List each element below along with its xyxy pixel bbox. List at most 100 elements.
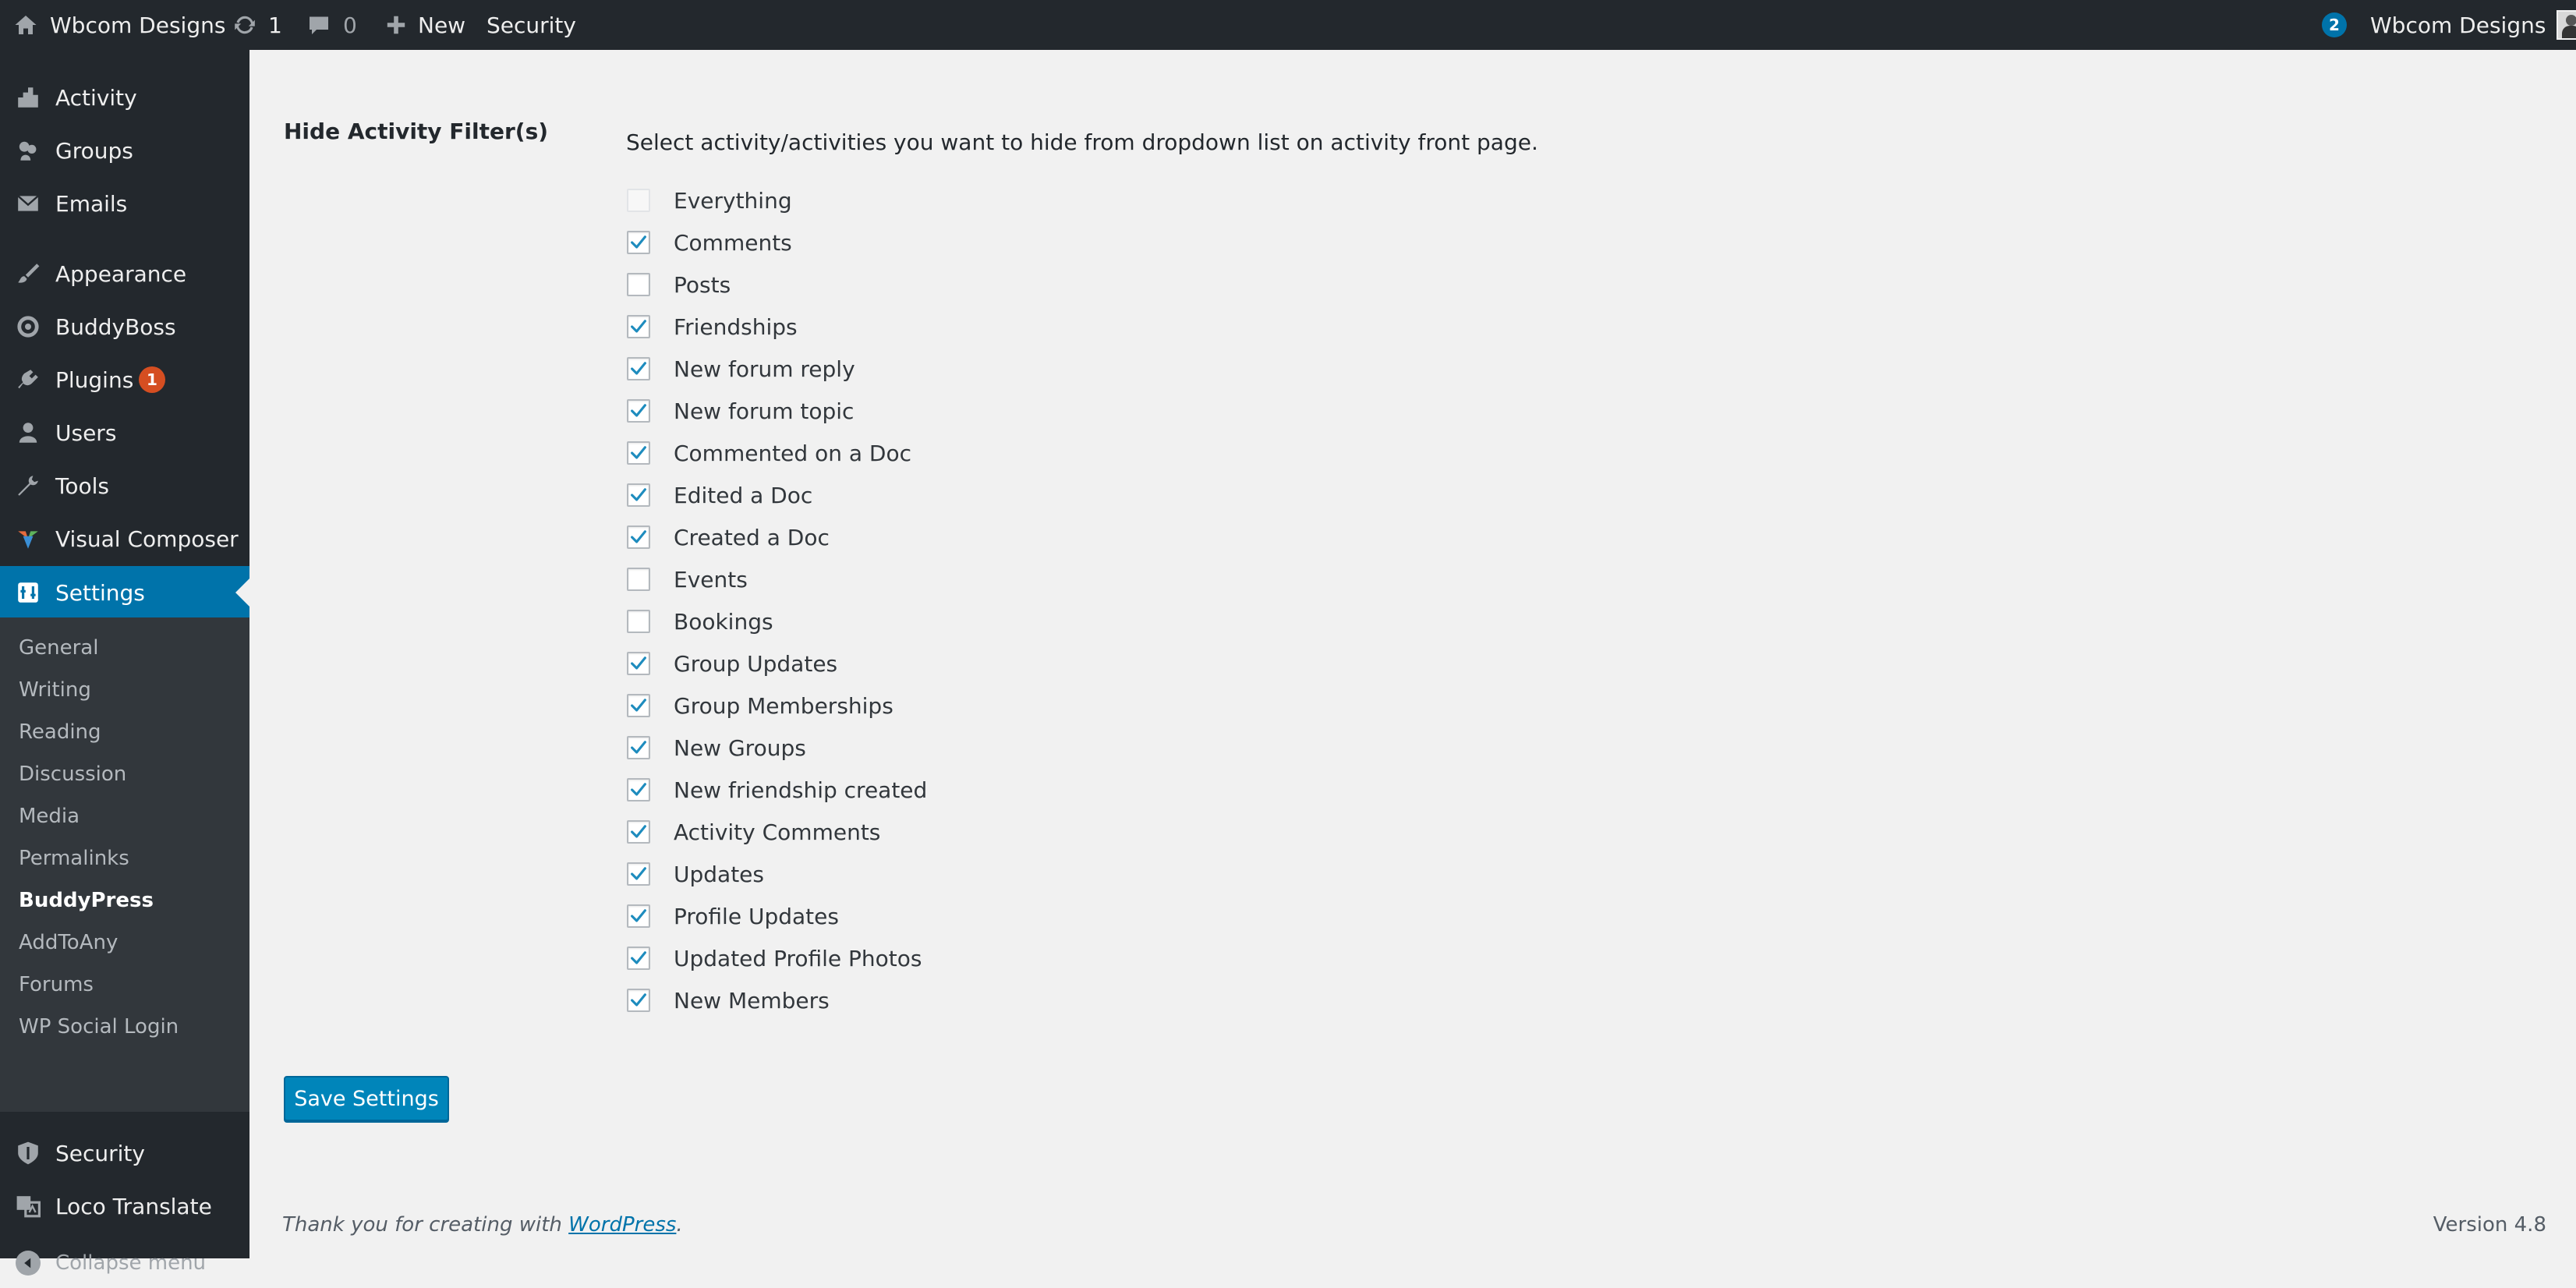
filter-label[interactable]: New forum reply bbox=[674, 356, 855, 382]
filter-label[interactable]: New Members bbox=[674, 988, 830, 1014]
sidebar-item-appearance[interactable]: Appearance bbox=[0, 247, 249, 300]
sidebar-item-activity[interactable]: Activity bbox=[0, 71, 249, 124]
sidebar-item-label: Loco Translate bbox=[55, 1193, 212, 1219]
filter-label[interactable]: Group Updates bbox=[674, 651, 837, 677]
filter-checkbox[interactable] bbox=[627, 273, 650, 296]
sidebar-item-loco-translate[interactable]: Loco Translate bbox=[0, 1180, 249, 1233]
checkmark-icon bbox=[631, 446, 646, 459]
filter-item: Edited a Doc bbox=[627, 474, 927, 516]
filter-checkbox[interactable] bbox=[627, 483, 650, 507]
new-content-link[interactable]: New bbox=[385, 0, 465, 50]
sidebar-item-label: Tools bbox=[55, 472, 109, 499]
collapse-arrow-icon bbox=[16, 1251, 41, 1276]
filter-checkbox[interactable] bbox=[627, 568, 650, 591]
filter-label[interactable]: Everything bbox=[674, 188, 792, 214]
sidebar-item-groups[interactable]: Groups bbox=[0, 124, 249, 177]
activity-icon bbox=[14, 83, 42, 111]
submenu-addtoany[interactable]: AddToAny bbox=[19, 922, 245, 964]
filter-checkbox[interactable] bbox=[627, 947, 650, 970]
filter-label[interactable]: New Groups bbox=[674, 735, 806, 761]
submenu-wp-social-login[interactable]: WP Social Login bbox=[19, 1006, 245, 1048]
submenu-discussion[interactable]: Discussion bbox=[19, 753, 245, 795]
sidebar-item-buddyboss[interactable]: BuddyBoss bbox=[0, 300, 249, 353]
filter-checkbox[interactable] bbox=[627, 231, 650, 254]
filter-label[interactable]: Activity Comments bbox=[674, 819, 880, 845]
sidebar-item-settings[interactable]: Settings bbox=[0, 566, 249, 619]
checkmark-icon bbox=[631, 320, 646, 333]
home-icon bbox=[14, 13, 37, 37]
filter-item: Activity Comments bbox=[627, 811, 927, 853]
filter-label[interactable]: Edited a Doc bbox=[674, 483, 812, 508]
filter-label[interactable]: Created a Doc bbox=[674, 525, 830, 550]
comment-icon bbox=[307, 13, 331, 37]
filter-label[interactable]: Friendships bbox=[674, 314, 798, 340]
filter-item: New Members bbox=[627, 979, 927, 1021]
filter-item: New Groups bbox=[627, 727, 927, 769]
filter-checkbox[interactable] bbox=[627, 989, 650, 1012]
filter-label[interactable]: Events bbox=[674, 567, 748, 593]
submenu-writing[interactable]: Writing bbox=[19, 669, 245, 711]
filter-item: Posts bbox=[627, 264, 927, 306]
submenu-media[interactable]: Media bbox=[19, 795, 245, 837]
filter-checkbox[interactable] bbox=[627, 441, 650, 465]
collapse-menu-button[interactable]: Collapse menu bbox=[0, 1238, 249, 1288]
filter-label[interactable]: Bookings bbox=[674, 609, 773, 635]
filter-checkbox[interactable] bbox=[627, 610, 650, 633]
wordpress-link[interactable]: WordPress bbox=[568, 1213, 676, 1237]
filter-label[interactable]: New friendship created bbox=[674, 777, 927, 803]
sidebar-item-label: Groups bbox=[55, 137, 133, 164]
filter-label[interactable]: New forum topic bbox=[674, 398, 854, 424]
filter-label[interactable]: Updates bbox=[674, 862, 764, 887]
comments-link[interactable]: 0 bbox=[307, 0, 357, 50]
updates-count: 1 bbox=[268, 12, 282, 38]
version-text: Version 4.8 bbox=[2433, 1213, 2546, 1237]
filter-checkbox[interactable] bbox=[627, 778, 650, 801]
submenu-permalinks[interactable]: Permalinks bbox=[19, 837, 245, 879]
submenu-general[interactable]: General bbox=[19, 627, 245, 669]
sidebar-item-emails[interactable]: Emails bbox=[0, 177, 249, 230]
filter-label[interactable]: Commented on a Doc bbox=[674, 441, 911, 466]
filter-checkbox[interactable] bbox=[627, 904, 650, 928]
filter-checkbox[interactable] bbox=[627, 820, 650, 844]
my-account-link[interactable]: Wbcom Designs bbox=[2370, 0, 2576, 50]
sidebar-item-label: Settings bbox=[55, 579, 145, 606]
filter-checkbox[interactable] bbox=[627, 357, 650, 380]
updates-link[interactable]: 1 bbox=[232, 0, 282, 50]
checkmark-icon bbox=[631, 909, 646, 922]
filter-item: Updates bbox=[627, 853, 927, 895]
filter-label[interactable]: Updated Profile Photos bbox=[674, 946, 922, 971]
sidebar-item-plugins[interactable]: Plugins 1 bbox=[0, 353, 249, 406]
footer-thanks-prefix: Thank you for creating with bbox=[282, 1213, 569, 1237]
site-home-link[interactable]: Wbcom Designs bbox=[14, 0, 225, 50]
save-settings-button[interactable]: Save Settings bbox=[284, 1076, 449, 1121]
users-icon bbox=[14, 419, 42, 447]
filter-label[interactable]: Comments bbox=[674, 230, 792, 256]
security-link[interactable]: Security bbox=[487, 0, 576, 50]
checkmark-icon bbox=[631, 783, 646, 796]
filter-checkbox[interactable] bbox=[627, 399, 650, 423]
checkmark-icon bbox=[631, 235, 646, 249]
checkmark-icon bbox=[631, 656, 646, 670]
filter-item: New forum reply bbox=[627, 348, 927, 390]
filter-checkbox[interactable] bbox=[627, 862, 650, 886]
sidebar-item-label: Activity bbox=[55, 84, 137, 111]
filter-checkbox[interactable] bbox=[627, 315, 650, 338]
filter-item: Everything bbox=[627, 179, 927, 221]
submenu-forums[interactable]: Forums bbox=[19, 964, 245, 1006]
sidebar-item-security[interactable]: Security bbox=[0, 1127, 249, 1180]
notifications-link[interactable]: 2 bbox=[2322, 0, 2347, 50]
avatar bbox=[2557, 10, 2576, 40]
submenu-buddypress[interactable]: BuddyPress bbox=[19, 879, 245, 922]
sidebar-item-users[interactable]: Users bbox=[0, 406, 249, 459]
filter-checkbox[interactable] bbox=[627, 525, 650, 549]
filter-label[interactable]: Posts bbox=[674, 272, 731, 298]
filter-label[interactable]: Group Memberships bbox=[674, 693, 893, 719]
sidebar-item-visual-composer[interactable]: Visual Composer bbox=[0, 512, 249, 565]
filter-item: Profile Updates bbox=[627, 895, 927, 937]
filter-checkbox[interactable] bbox=[627, 736, 650, 759]
submenu-reading[interactable]: Reading bbox=[19, 711, 245, 753]
sidebar-item-tools[interactable]: Tools bbox=[0, 459, 249, 512]
filter-checkbox[interactable] bbox=[627, 652, 650, 675]
filter-label[interactable]: Profile Updates bbox=[674, 904, 839, 929]
filter-checkbox[interactable] bbox=[627, 694, 650, 717]
